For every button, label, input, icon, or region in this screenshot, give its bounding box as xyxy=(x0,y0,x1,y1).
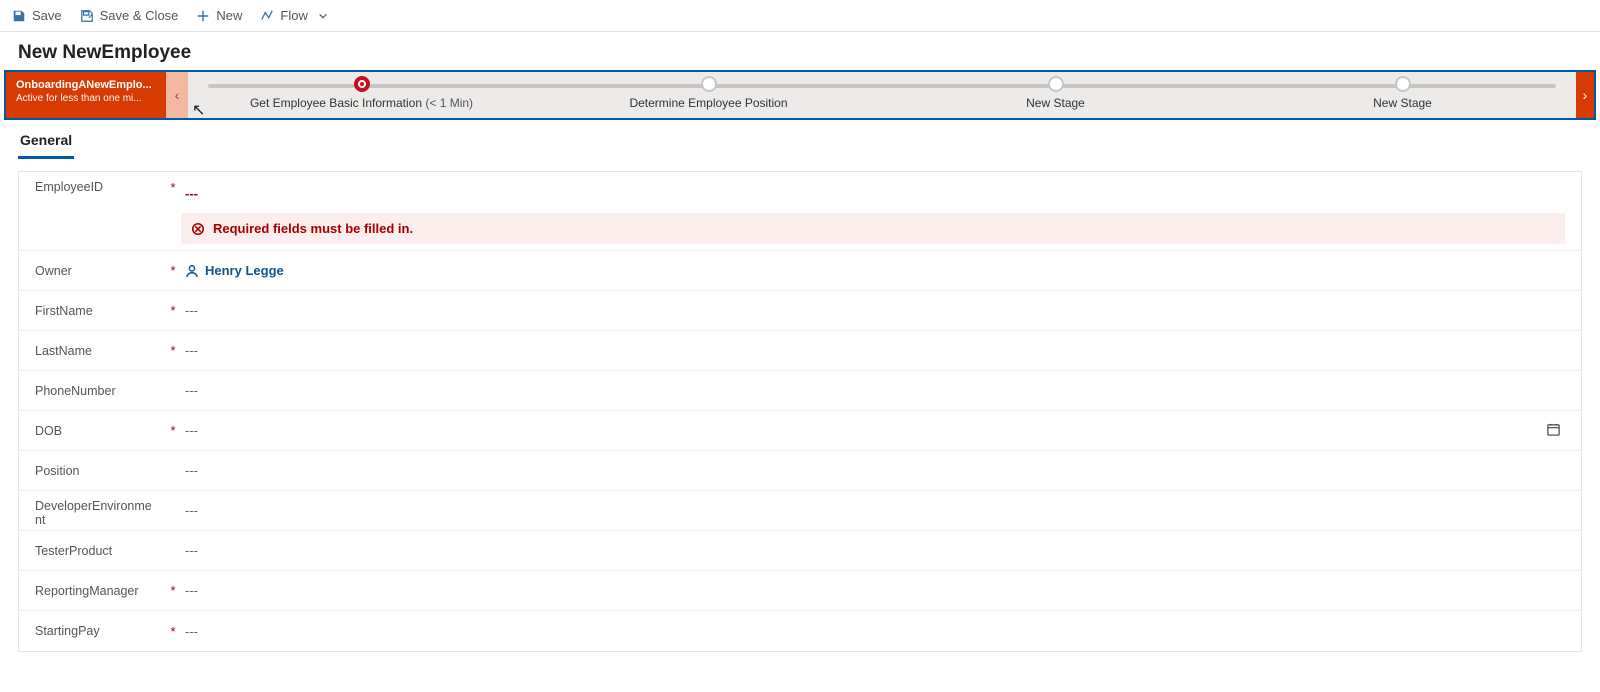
input-dob[interactable]: --- xyxy=(181,416,1565,446)
input-tester-product[interactable]: --- xyxy=(181,537,1565,564)
save-label: Save xyxy=(32,8,62,23)
error-icon xyxy=(191,222,205,236)
bpf-next-button[interactable]: › xyxy=(1576,72,1594,118)
input-employee-id[interactable]: --- xyxy=(181,180,1565,207)
bpf-process-name: OnboardingANewEmplo... xyxy=(16,78,156,92)
bpf-stage-3[interactable]: New Stage xyxy=(1229,72,1576,118)
bpf-stage-dot xyxy=(1395,76,1411,92)
chevron-right-icon: › xyxy=(1583,87,1588,103)
label-position: Position xyxy=(35,464,165,478)
label-phone: PhoneNumber xyxy=(35,384,165,398)
calendar-icon[interactable] xyxy=(1546,422,1561,440)
bpf-stage-2-label: New Stage xyxy=(882,96,1229,110)
bpf-stage-1[interactable]: Determine Employee Position xyxy=(535,72,882,118)
label-reporting-mgr: ReportingManager xyxy=(35,584,165,598)
save-close-icon xyxy=(80,9,94,23)
field-dev-env: DeveloperEnvironment --- xyxy=(19,491,1581,531)
bpf-stage-0-label: Get Employee Basic Information xyxy=(250,96,422,110)
label-dev-env: DeveloperEnvironment xyxy=(35,491,165,527)
label-starting-pay: StartingPay xyxy=(35,624,165,638)
input-phone[interactable]: --- xyxy=(181,377,1565,404)
save-close-label: Save & Close xyxy=(100,8,179,23)
bpf-stage-dot xyxy=(701,76,717,92)
required-marker: * xyxy=(165,343,181,358)
bpf-active-duration: Active for less than one mi... xyxy=(16,92,156,105)
required-marker: * xyxy=(165,180,181,195)
bpf-stage-0[interactable]: Get Employee Basic Information (< 1 Min) xyxy=(188,72,535,118)
field-reporting-mgr: ReportingManager * --- xyxy=(19,571,1581,611)
input-first-name[interactable]: --- xyxy=(181,297,1565,324)
label-last-name: LastName xyxy=(35,344,165,358)
person-icon xyxy=(185,264,199,278)
label-employee-id: EmployeeID xyxy=(35,180,165,194)
field-starting-pay: StartingPay * --- xyxy=(19,611,1581,651)
owner-lookup-value[interactable]: Henry Legge xyxy=(185,263,284,278)
error-text: Required fields must be filled in. xyxy=(213,221,413,236)
bpf-stage-dot-active xyxy=(354,76,370,92)
bpf-collapse-button[interactable]: ‹ xyxy=(166,72,188,118)
field-dob: DOB * --- xyxy=(19,411,1581,451)
required-marker: * xyxy=(165,624,181,639)
input-dev-env[interactable]: --- xyxy=(181,497,1565,524)
field-first-name: FirstName * --- xyxy=(19,291,1581,331)
field-position: Position --- xyxy=(19,451,1581,491)
bpf-stage-1-label: Determine Employee Position xyxy=(535,96,882,110)
command-bar: Save Save & Close New Flow xyxy=(0,0,1600,32)
field-owner: Owner * Henry Legge xyxy=(19,251,1581,291)
save-button[interactable]: Save xyxy=(12,8,62,23)
required-marker: * xyxy=(165,303,181,318)
tab-general[interactable]: General xyxy=(18,128,74,159)
bpf-stages: Get Employee Basic Information (< 1 Min)… xyxy=(188,72,1576,118)
input-reporting-mgr[interactable]: --- xyxy=(181,577,1565,604)
chevron-left-icon: ‹ xyxy=(175,87,180,103)
save-icon xyxy=(12,9,26,23)
label-first-name: FirstName xyxy=(35,304,165,318)
required-marker: * xyxy=(165,423,181,438)
input-owner[interactable]: Henry Legge xyxy=(181,257,1565,284)
bpf-stage-2[interactable]: New Stage xyxy=(882,72,1229,118)
page-title: New NewEmployee xyxy=(0,32,1600,70)
flow-button[interactable]: Flow xyxy=(260,8,327,23)
form-tabs: General xyxy=(0,120,1600,159)
required-marker: * xyxy=(165,263,181,278)
plus-icon xyxy=(196,9,210,23)
bpf-stage-0-sublabel: (< 1 Min) xyxy=(425,96,473,110)
chevron-down-icon xyxy=(318,11,328,21)
required-marker: * xyxy=(165,583,181,598)
input-last-name[interactable]: --- xyxy=(181,337,1565,364)
owner-name: Henry Legge xyxy=(205,263,284,278)
flow-icon xyxy=(260,9,274,23)
new-button[interactable]: New xyxy=(196,8,242,23)
flow-label: Flow xyxy=(280,8,307,23)
field-employee-id: EmployeeID * --- Required fields must be… xyxy=(19,172,1581,251)
bpf-stage-dot xyxy=(1048,76,1064,92)
field-phone: PhoneNumber --- xyxy=(19,371,1581,411)
bpf-stage-3-label: New Stage xyxy=(1229,96,1576,110)
field-last-name: LastName * --- xyxy=(19,331,1581,371)
business-process-flow: OnboardingANewEmplo... Active for less t… xyxy=(4,70,1596,120)
form-panel: EmployeeID * --- Required fields must be… xyxy=(18,171,1582,652)
bpf-process-info[interactable]: OnboardingANewEmplo... Active for less t… xyxy=(6,72,166,118)
input-position[interactable]: --- xyxy=(181,457,1565,484)
label-dob: DOB xyxy=(35,424,165,438)
label-owner: Owner xyxy=(35,264,165,278)
input-starting-pay[interactable]: --- xyxy=(181,618,1565,645)
label-tester-product: TesterProduct xyxy=(35,544,165,558)
save-close-button[interactable]: Save & Close xyxy=(80,8,179,23)
new-label: New xyxy=(216,8,242,23)
validation-error: Required fields must be filled in. xyxy=(181,213,1565,244)
field-tester-product: TesterProduct --- xyxy=(19,531,1581,571)
